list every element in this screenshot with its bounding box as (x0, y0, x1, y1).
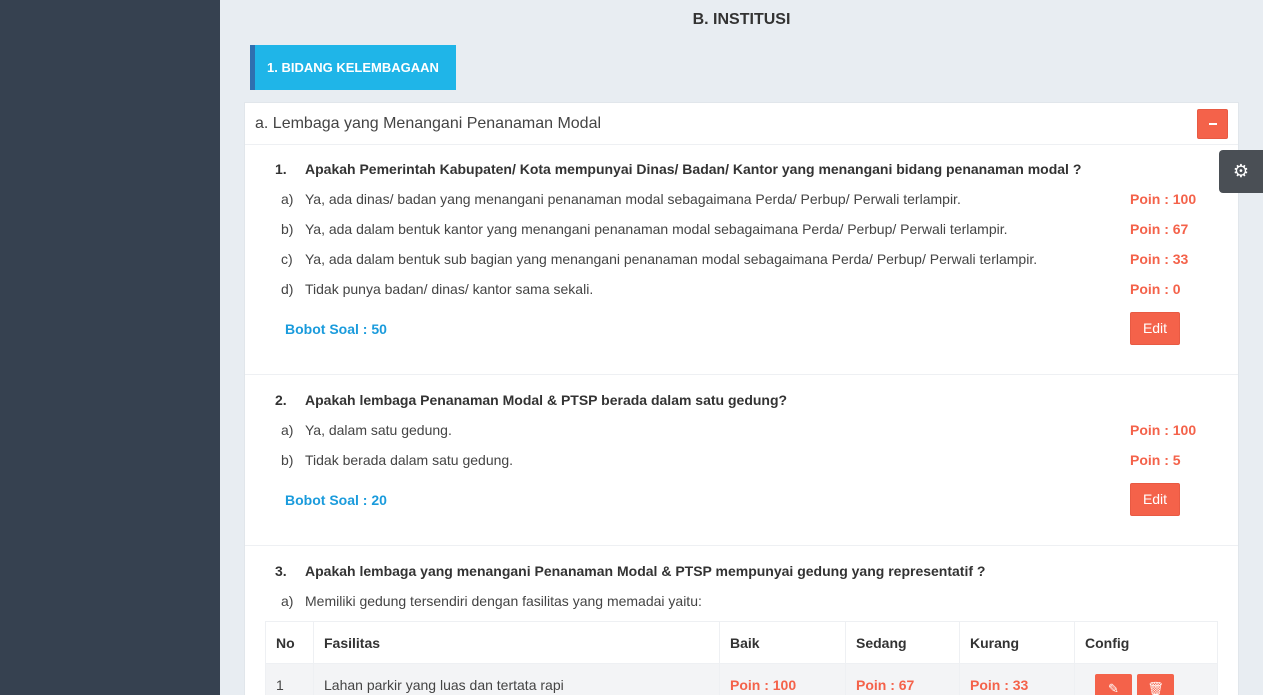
option-letter: a) (281, 593, 294, 609)
option: a) Ya, dalam satu gedung. (281, 422, 452, 438)
divider (245, 374, 1238, 375)
question-3-text: 3. Apakah lembaga yang menangani Penanama… (275, 563, 985, 579)
option: d) Tidak punya badan/ dinas/ kantor sama … (281, 281, 593, 297)
option-poin: Poin : 5 (1130, 452, 1181, 468)
option: b) Tidak berada dalam satu gedung. (281, 452, 513, 468)
column-header: Fasilitas (313, 621, 720, 664)
cell-sedang: Poin : 67 (845, 663, 960, 695)
option-poin: Poin : 33 (1130, 251, 1189, 267)
table-row: 1 Lahan parkir yang luas dan tertata rap… (265, 663, 1218, 695)
option-letter: c) (281, 251, 293, 267)
question-number: 3. (275, 563, 287, 579)
option-text: Ya, ada dinas/ badan yang menangani pena… (305, 191, 961, 207)
panel-title: a. Lembaga yang Menangani Penanaman Moda… (255, 115, 602, 132)
column-header: Sedang (845, 621, 960, 664)
page-title: B. INSTITUSI (692, 11, 791, 28)
question-panel: a. Lembaga yang Menangani Penanaman Moda… (244, 102, 1239, 695)
sidebar (0, 0, 220, 695)
section-tag: 1. BIDANG KELEMBAGAAN (250, 45, 456, 90)
trash-icon: 🗑 (1147, 680, 1164, 695)
pencil-icon: ✎ (1108, 680, 1119, 695)
option-poin: Poin : 67 (1130, 221, 1189, 237)
column-header: Baik (719, 621, 846, 664)
column-header: No (265, 621, 314, 664)
edit-button[interactable]: Edit (1130, 483, 1180, 516)
option: b) Ya, ada dalam bentuk kantor yang menan… (281, 221, 1008, 237)
main-content: B. INSTITUSI 1. BIDANG KELEMBAGAAN a. Le… (220, 0, 1263, 695)
question-number: 1. (275, 161, 287, 177)
option-text: Tidak punya badan/ dinas/ kantor sama se… (305, 281, 594, 297)
option-poin: Poin : 0 (1130, 281, 1181, 297)
column-header: Kurang (959, 621, 1075, 664)
cell-config: ✎ 🗑 (1074, 663, 1218, 695)
panel-header: a. Lembaga yang Menangani Penanaman Moda… (245, 103, 1238, 145)
edit-row-button[interactable]: ✎ (1095, 673, 1132, 695)
cell-no: 1 (265, 663, 314, 695)
collapse-button[interactable] (1197, 109, 1228, 139)
option-text: Ya, ada dalam bentuk sub bagian yang men… (305, 251, 1038, 267)
option-text: Ya, ada dalam bentuk kantor yang menanga… (305, 221, 1008, 237)
option-letter: b) (281, 221, 294, 237)
bobot-soal: Bobot Soal : 20 (285, 492, 387, 508)
option-poin: Poin : 100 (1130, 191, 1197, 207)
option: a) Ya, ada dinas/ badan yang menangani pe… (281, 191, 961, 207)
option-letter: d) (281, 281, 294, 297)
question-2-text: 2. Apakah lembaga Penanaman Modal & PTSP … (275, 392, 787, 408)
delete-row-button[interactable]: 🗑 (1137, 673, 1174, 695)
option-text: Memiliki gedung tersendiri dengan fasili… (305, 593, 702, 609)
settings-toggle[interactable]: ⚙ (1219, 150, 1263, 193)
option-poin: Poin : 100 (1130, 422, 1197, 438)
question-label: Apakah Pemerintah Kabupaten/ Kota mempun… (305, 161, 1082, 177)
table-header-row: No Fasilitas Baik Sedang Kurang Config (265, 621, 1218, 664)
cell-fasilitas: Lahan parkir yang luas dan tertata rapi (313, 663, 720, 695)
option-letter: a) (281, 191, 294, 207)
option: a) Memiliki gedung tersendiri dengan fasi… (281, 593, 702, 609)
question-label: Apakah lembaga yang menangani Penanaman … (305, 563, 986, 579)
question-label: Apakah lembaga Penanaman Modal & PTSP be… (305, 392, 788, 408)
bobot-soal: Bobot Soal : 50 (285, 321, 387, 337)
option-letter: b) (281, 452, 294, 468)
option-text: Tidak berada dalam satu gedung. (305, 452, 514, 468)
gear-icon: ⚙ (1232, 161, 1250, 181)
column-header: Config (1074, 621, 1218, 664)
fasilitas-table: No Fasilitas Baik Sedang Kurang Config 1… (265, 621, 1218, 695)
option: c) Ya, ada dalam bentuk sub bagian yang m… (281, 251, 1037, 267)
question-1-text: 1. Apakah Pemerintah Kabupaten/ Kota memp… (275, 161, 1081, 177)
question-number: 2. (275, 392, 287, 408)
edit-button[interactable]: Edit (1130, 312, 1180, 345)
cell-kurang: Poin : 33 (959, 663, 1075, 695)
option-text: Ya, dalam satu gedung. (305, 422, 452, 438)
option-letter: a) (281, 422, 294, 438)
cell-baik: Poin : 100 (719, 663, 846, 695)
divider (245, 545, 1238, 546)
